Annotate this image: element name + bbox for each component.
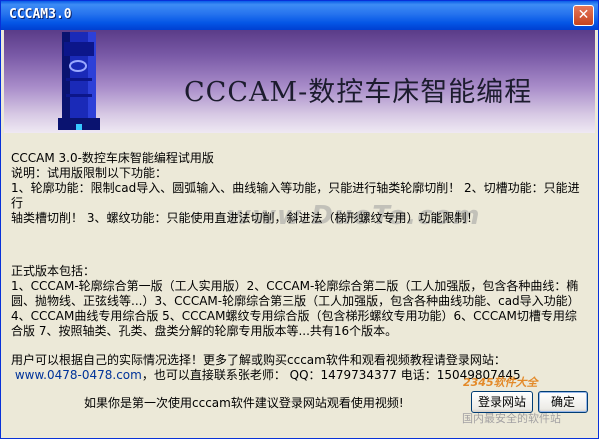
product-title: CCCAM-数控车床智能编程 (184, 77, 533, 108)
edition-line: 4、CCCAM曲线专用综合版 5、CCCAM螺纹专用综合版（包含梯形螺纹专用功能… (11, 309, 577, 323)
trial-limit-line: 1、轮廓功能：限制cad导入、圆弧输入、曲线输入等功能，只能进行轴类轮廓切削！ … (11, 181, 580, 210)
first-use-prompt: 如果你是第一次使用cccam软件建议登录网站观看使用视频! (84, 396, 404, 410)
title-bar[interactable]: CCCAM3.0 ✕ (1, 1, 598, 30)
edition-line: 合版 7、按照轴类、孔类、盘类分解的轮廓专用版本等...共有16个版本。 (11, 324, 398, 338)
edition-line: 圆、抛物线、正弦线等...）3、CCCAM-轮廓综合第三版（工人加强版，包含各种… (11, 294, 580, 308)
window-title: CCCAM3.0 (9, 7, 72, 22)
corner-watermark-tagline: 国内最安全的软件站 (462, 412, 561, 425)
dialog-window: CCCAM3.0 ✕ CCCAM-数控车床智能编程 www.DuoTe.com … (0, 0, 599, 439)
close-button[interactable]: ✕ (573, 5, 594, 26)
trial-note: 说明：试用版限制以下功能： (11, 166, 168, 180)
trial-limit-line: 轴类槽切削！ 3、螺纹功能：只能使用直进法切削，斜进法（梯形螺纹专用）功能限制！ (11, 211, 479, 225)
edition-line: 1、CCCAM-轮廓综合第一版（工人实用版）2、CCCAM-轮廓综合第二版（工人… (11, 279, 579, 293)
lathe-machine-icon (58, 32, 100, 130)
close-icon: ✕ (577, 7, 590, 23)
version-line: CCCAM 3.0-数控车床智能编程试用版 (11, 151, 214, 165)
editions-heading: 正式版本包括： (11, 264, 96, 278)
header-banner: CCCAM-数控车床智能编程 (4, 30, 595, 133)
description-text: CCCAM 3.0-数控车床智能编程试用版 说明：试用版限制以下功能： 1、轮廓… (11, 151, 589, 383)
corner-watermark-logo: 2345软件大全 (463, 376, 538, 389)
